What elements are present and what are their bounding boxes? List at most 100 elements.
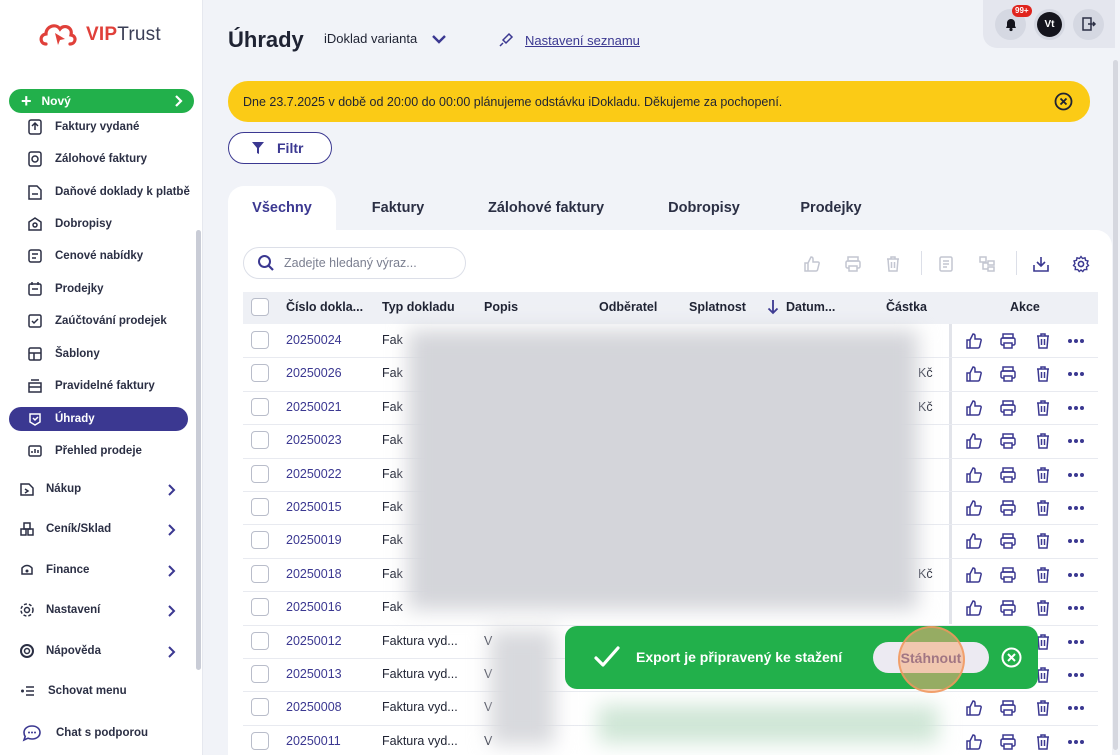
print-row-button[interactable]	[998, 331, 1018, 351]
filter-button[interactable]: Filtr	[228, 132, 332, 164]
delete-row-button[interactable]	[1033, 698, 1053, 718]
export-button[interactable]	[1031, 254, 1051, 274]
print-row-button[interactable]	[998, 732, 1018, 752]
approve-row-button[interactable]	[964, 732, 984, 752]
sidebar-item-pravidelne-faktury[interactable]: Pravidelné faktury	[26, 373, 155, 399]
bulk-print-button[interactable]	[843, 254, 863, 274]
vip-trust-logo[interactable]: VIPTrust	[38, 20, 161, 50]
sidebar-item-nastaveni[interactable]: Nastavení	[18, 597, 183, 623]
more-actions-button[interactable]	[1066, 565, 1086, 585]
row-checkbox[interactable]	[251, 732, 269, 750]
row-checkbox[interactable]	[251, 465, 269, 483]
bulk-export-doc-button[interactable]	[936, 254, 956, 274]
row-checkbox[interactable]	[251, 398, 269, 416]
sidebar-item-uhrady[interactable]: Úhrady	[9, 407, 188, 431]
sidebar-item-faktury-vydane[interactable]: Faktury vydané	[26, 114, 139, 140]
delete-row-button[interactable]	[1033, 364, 1053, 384]
print-row-button[interactable]	[998, 465, 1018, 485]
print-row-button[interactable]	[998, 598, 1018, 618]
document-number-link[interactable]: 20250024	[286, 333, 342, 347]
row-checkbox[interactable]	[251, 531, 269, 549]
more-actions-button[interactable]	[1066, 364, 1086, 384]
column-header-number[interactable]: Číslo dokla...	[286, 300, 363, 314]
column-header-amount[interactable]: Částka	[886, 300, 927, 314]
print-row-button[interactable]	[998, 398, 1018, 418]
sidebar-item-napoveda[interactable]: Nápověda	[18, 638, 183, 664]
more-actions-button[interactable]	[1066, 598, 1086, 618]
document-number-link[interactable]: 20250018	[286, 567, 342, 581]
delete-row-button[interactable]	[1033, 531, 1053, 551]
tab-faktury[interactable]: Faktury	[352, 186, 444, 230]
print-row-button[interactable]	[998, 498, 1018, 518]
close-banner-icon[interactable]	[1054, 92, 1073, 111]
tab-vsechny[interactable]: Všechny	[228, 186, 336, 230]
print-row-button[interactable]	[998, 565, 1018, 585]
delete-row-button[interactable]	[1033, 598, 1053, 618]
document-number-link[interactable]: 20250008	[286, 700, 342, 714]
more-actions-button[interactable]	[1066, 665, 1086, 685]
row-checkbox[interactable]	[251, 665, 269, 683]
approve-row-button[interactable]	[964, 364, 984, 384]
column-header-customer[interactable]: Odběratel	[599, 300, 657, 314]
document-number-link[interactable]: 20250015	[286, 500, 342, 514]
tab-zalohove-faktury[interactable]: Zálohové faktury	[470, 186, 622, 230]
bulk-delete-button[interactable]	[883, 254, 903, 274]
sidebar-item-prodejky[interactable]: Prodejky	[26, 276, 104, 302]
document-number-link[interactable]: 20250012	[286, 634, 342, 648]
sidebar-item-danove-doklady[interactable]: Daňové doklady k platbě	[26, 179, 190, 205]
logout-button[interactable]	[1073, 8, 1104, 40]
sort-arrow-down-icon[interactable]	[767, 299, 779, 315]
delete-row-button[interactable]	[1033, 398, 1053, 418]
more-actions-button[interactable]	[1066, 531, 1086, 551]
column-header-due-date[interactable]: Splatnost	[689, 300, 746, 314]
row-checkbox[interactable]	[251, 698, 269, 716]
document-number-link[interactable]: 20250013	[286, 667, 342, 681]
sidebar-item-zauctovani-prodejek[interactable]: Zaúčtování prodejek	[26, 308, 167, 334]
delete-row-button[interactable]	[1033, 431, 1053, 451]
select-all-checkbox[interactable]	[251, 298, 269, 316]
column-header-date[interactable]: Datum...	[786, 300, 835, 314]
sidebar-item-zalohove-faktury[interactable]: Zálohové faktury	[26, 146, 147, 172]
document-number-link[interactable]: 20250021	[286, 400, 342, 414]
user-menu-button[interactable]: Vt	[1034, 8, 1065, 40]
document-number-link[interactable]: 20250011	[286, 734, 341, 748]
row-checkbox[interactable]	[251, 498, 269, 516]
tab-dobropisy[interactable]: Dobropisy	[648, 186, 760, 230]
approve-row-button[interactable]	[964, 598, 984, 618]
bulk-approve-button[interactable]	[802, 254, 822, 274]
print-row-button[interactable]	[998, 431, 1018, 451]
print-row-button[interactable]	[998, 531, 1018, 551]
hide-menu-button[interactable]: Schovat menu	[20, 683, 127, 699]
more-actions-button[interactable]	[1066, 632, 1086, 652]
download-button[interactable]: Stáhnout	[873, 642, 989, 673]
approve-row-button[interactable]	[964, 498, 984, 518]
sidebar-item-cenove-nabidky[interactable]: Cenové nabídky	[26, 243, 143, 269]
sidebar-item-finance[interactable]: Finance	[18, 557, 183, 583]
document-number-link[interactable]: 20250019	[286, 533, 342, 547]
row-checkbox[interactable]	[251, 598, 269, 616]
more-actions-button[interactable]	[1066, 732, 1086, 752]
row-checkbox[interactable]	[251, 632, 269, 650]
sidebar-item-nakup[interactable]: Nákup	[18, 476, 183, 502]
approve-row-button[interactable]	[964, 398, 984, 418]
row-checkbox[interactable]	[251, 565, 269, 583]
approve-row-button[interactable]	[964, 565, 984, 585]
approve-row-button[interactable]	[964, 431, 984, 451]
row-checkbox[interactable]	[251, 331, 269, 349]
approve-row-button[interactable]	[964, 698, 984, 718]
more-actions-button[interactable]	[1066, 465, 1086, 485]
tab-prodejky[interactable]: Prodejky	[784, 186, 878, 230]
bulk-structure-button[interactable]	[977, 254, 997, 274]
sidebar-item-cenik-sklad[interactable]: Ceník/Sklad	[18, 516, 183, 542]
sidebar-scrollbar[interactable]	[196, 230, 201, 670]
document-number-link[interactable]: 20250026	[286, 366, 342, 380]
approve-row-button[interactable]	[964, 331, 984, 351]
variant-selector[interactable]: iDoklad varianta	[324, 31, 447, 46]
column-header-type[interactable]: Typ dokladu	[382, 300, 455, 314]
row-checkbox[interactable]	[251, 364, 269, 382]
new-button[interactable]: + Nový	[9, 89, 194, 113]
search-input[interactable]	[284, 256, 454, 270]
page-scrollbar[interactable]	[1113, 60, 1118, 750]
list-settings-link[interactable]: Nastavení seznamu	[497, 31, 640, 49]
document-number-link[interactable]: 20250016	[286, 600, 342, 614]
